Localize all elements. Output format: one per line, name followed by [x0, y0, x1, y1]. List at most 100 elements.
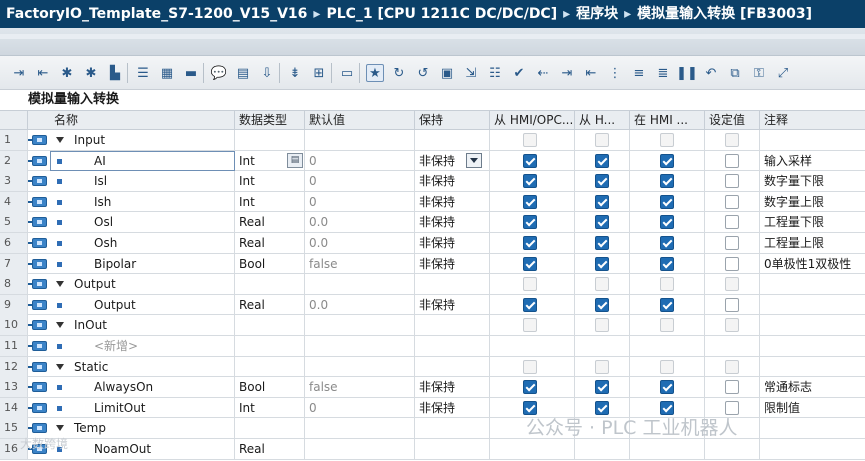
type-cell[interactable]: [235, 336, 305, 356]
comment-cell[interactable]: 工程量上限: [760, 233, 865, 253]
list-view-icon[interactable]: ☰: [134, 64, 152, 82]
default-cell[interactable]: false: [305, 377, 415, 398]
table-row[interactable]: 10 InOut: [0, 315, 865, 336]
collapse-arrow-icon[interactable]: [56, 425, 64, 432]
row-number[interactable]: 5: [0, 212, 28, 233]
name-cell[interactable]: Osl: [50, 212, 235, 233]
name-cell[interactable]: Osh: [50, 233, 235, 253]
add-icon-2[interactable]: ✱: [82, 64, 100, 82]
name-cell[interactable]: <新增>: [50, 336, 235, 356]
hmi-access-checkbox[interactable]: [523, 153, 537, 168]
setpoint-checkbox[interactable]: [725, 174, 739, 189]
import-icon[interactable]: ⇟: [286, 64, 304, 82]
header-name[interactable]: 名称: [28, 111, 235, 130]
collapse-arrow-icon[interactable]: [56, 137, 64, 143]
name-cell[interactable]: Input: [50, 130, 235, 150]
row-number[interactable]: 2: [0, 150, 28, 171]
go-left-icon[interactable]: ⇠: [534, 64, 552, 82]
ob-icon[interactable]: ▙: [106, 64, 124, 82]
hmi-write-checkbox[interactable]: [595, 215, 609, 230]
default-cell[interactable]: [305, 356, 415, 377]
hmi-access-checkbox[interactable]: [523, 256, 537, 271]
default-cell[interactable]: 0: [305, 191, 415, 212]
comment-cell[interactable]: [760, 439, 865, 459]
comment-cell[interactable]: [760, 418, 865, 438]
retain-cell[interactable]: 非保持: [415, 212, 490, 233]
hmi-write-checkbox[interactable]: [595, 297, 609, 312]
hmi-write-checkbox[interactable]: [595, 194, 609, 209]
text-icon[interactable]: ≡: [630, 64, 648, 82]
header-setpoint[interactable]: 设定值: [705, 111, 760, 130]
retain-cell[interactable]: [415, 336, 490, 356]
setpoint-checkbox[interactable]: [725, 256, 739, 271]
hmi-write-checkbox[interactable]: [595, 236, 609, 250]
row-number[interactable]: 7: [0, 253, 28, 274]
delete-row-icon[interactable]: ⇤: [34, 64, 52, 82]
check-icon[interactable]: ✔: [510, 64, 528, 82]
comment-cell[interactable]: 限制值: [760, 398, 865, 418]
header-hmi-visible[interactable]: 在 HMI ...: [630, 111, 705, 130]
name-cell[interactable]: NoamOut: [50, 439, 235, 459]
favorite-icon[interactable]: ★: [366, 64, 384, 82]
align-icon[interactable]: ≣: [654, 64, 672, 82]
type-cell[interactable]: Int: [235, 171, 305, 192]
table-row[interactable]: 4 Ish Int 0 非保持 数字量上限: [0, 191, 865, 213]
name-cell[interactable]: InOut: [50, 315, 235, 336]
setpoint-checkbox[interactable]: [725, 215, 739, 230]
collapse-arrow-icon[interactable]: [56, 281, 64, 288]
setpoint-checkbox[interactable]: [725, 277, 739, 292]
default-cell[interactable]: 0.0: [305, 233, 415, 253]
table-row[interactable]: 1 Input: [0, 130, 865, 151]
hmi-access-checkbox[interactable]: [523, 359, 537, 374]
header-hmi-write[interactable]: 从 H...: [575, 111, 630, 130]
row-number[interactable]: 12: [0, 356, 28, 377]
retain-cell[interactable]: [415, 439, 490, 459]
setpoint-checkbox[interactable]: [725, 359, 739, 374]
default-cell[interactable]: [305, 336, 415, 356]
name-cell[interactable]: Output: [50, 274, 235, 295]
hmi-access-checkbox[interactable]: [523, 215, 537, 230]
row-number[interactable]: 13: [0, 377, 28, 398]
name-cell[interactable]: Bipolar: [50, 253, 235, 274]
comment-cell[interactable]: 工程量下限: [760, 212, 865, 232]
comment-cell[interactable]: [760, 336, 865, 356]
breadcrumb-plc[interactable]: PLC_1 [CPU 1211C DC/DC/DC]: [326, 6, 557, 22]
comment-cell[interactable]: [760, 130, 865, 150]
bar-view-icon[interactable]: ▬: [182, 64, 200, 82]
hmi-access-checkbox[interactable]: [523, 133, 537, 147]
hmi-write-checkbox[interactable]: [595, 318, 609, 333]
retain-cell[interactable]: 非保持: [415, 171, 490, 192]
retain-cell[interactable]: 非保持: [415, 191, 490, 212]
type-cell[interactable]: [235, 274, 305, 295]
type-picker-icon[interactable]: ▤: [287, 152, 303, 168]
default-cell[interactable]: [305, 418, 415, 439]
comment-cell[interactable]: [760, 295, 865, 315]
table-row[interactable]: 5 Osl Real 0.0 非保持 工程量下限: [0, 212, 865, 233]
copy-icon[interactable]: ⧉: [726, 64, 744, 82]
row-number[interactable]: 1: [0, 130, 28, 150]
hmi-visible-checkbox[interactable]: [660, 277, 674, 292]
table-row[interactable]: 13 AlwaysOn Bool false 非保持 常通标志: [0, 377, 865, 398]
hmi-visible-checkbox[interactable]: [660, 256, 674, 271]
hmi-write-checkbox[interactable]: [595, 153, 609, 168]
comment-bubble-icon[interactable]: 💬: [210, 64, 228, 82]
collapse-arrow-icon[interactable]: [56, 363, 64, 370]
name-cell[interactable]: Output: [50, 294, 235, 315]
hmi-write-checkbox[interactable]: [595, 359, 609, 374]
header-hmi-access[interactable]: 从 HMI/OPC...: [490, 111, 575, 130]
hmi-write-checkbox[interactable]: [595, 277, 609, 292]
hmi-access-checkbox[interactable]: [523, 277, 537, 292]
retain-cell[interactable]: 非保持: [415, 150, 490, 171]
breadcrumb-project[interactable]: FactoryIO_Template_S7-1200_V15_V16: [6, 6, 307, 22]
setpoint-checkbox[interactable]: [725, 380, 739, 395]
hmi-access-checkbox[interactable]: [523, 194, 537, 209]
breadcrumb-program-blocks[interactable]: 程序块: [576, 6, 618, 22]
hmi-visible-checkbox[interactable]: [660, 236, 674, 250]
retain-cell[interactable]: [415, 315, 490, 336]
hmi-access-checkbox[interactable]: [523, 236, 537, 250]
name-cell[interactable]: Ish: [50, 191, 235, 212]
hmi-access-checkbox[interactable]: [523, 318, 537, 333]
hmi-visible-checkbox[interactable]: [660, 359, 674, 374]
row-number[interactable]: 14: [0, 397, 28, 418]
name-cell[interactable]: Temp: [50, 418, 235, 439]
